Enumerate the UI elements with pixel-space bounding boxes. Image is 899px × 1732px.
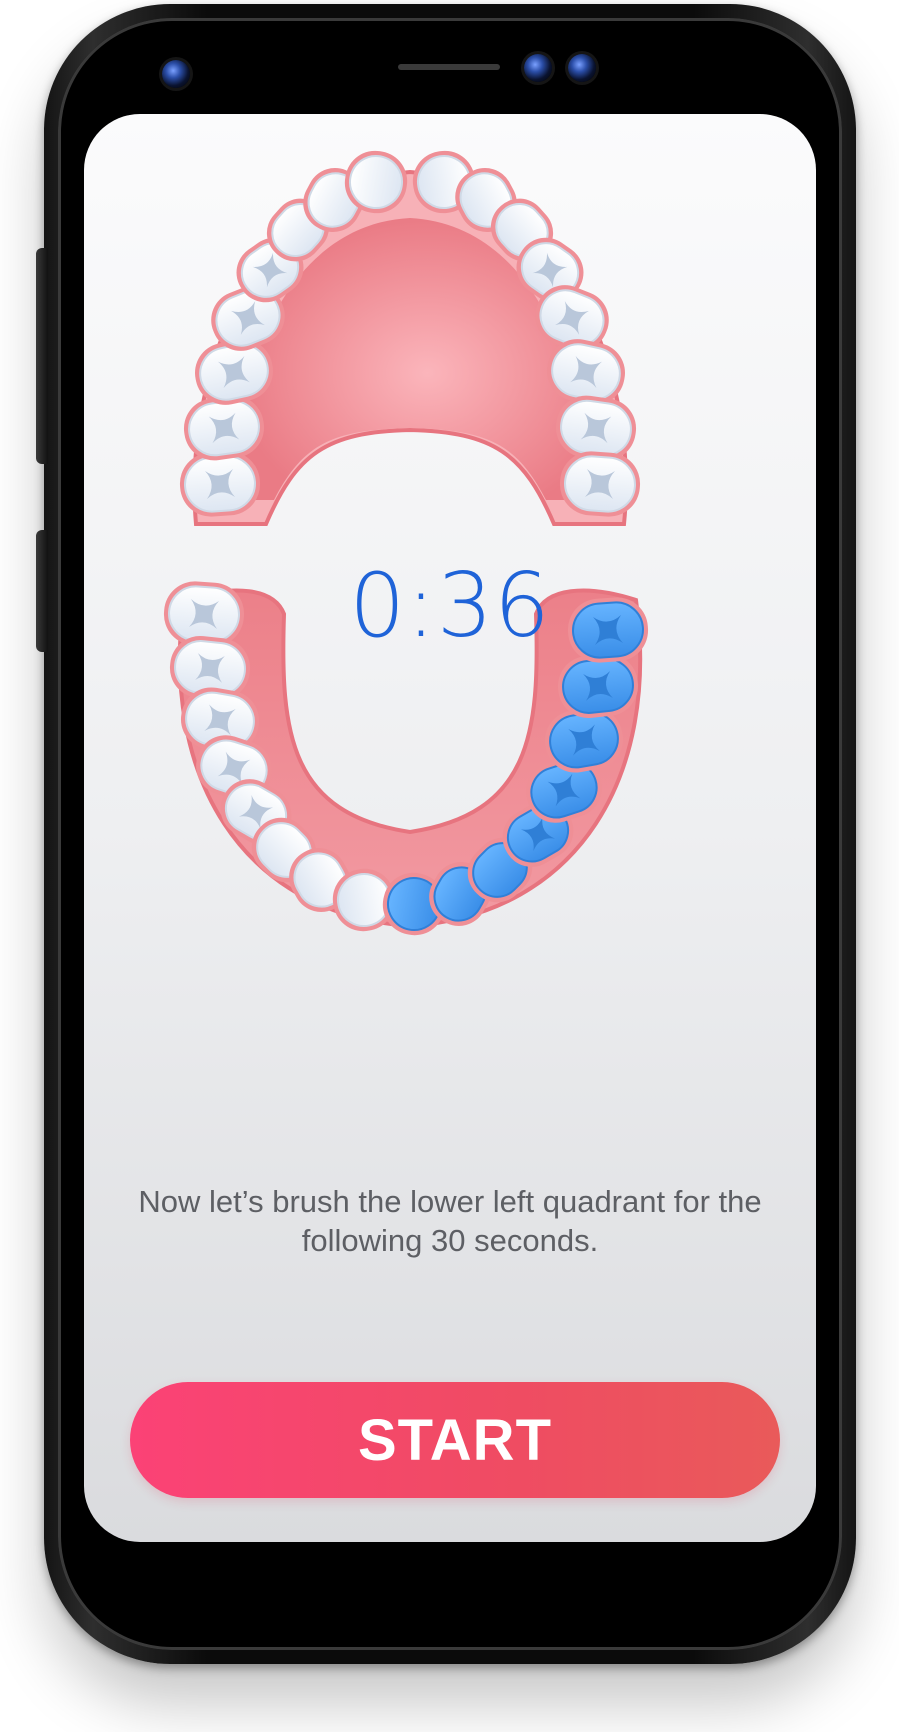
volume-button <box>36 248 48 464</box>
earpiece-speaker <box>398 64 500 70</box>
sensor-icon <box>524 54 552 82</box>
sensor-icon <box>568 54 596 82</box>
start-button[interactable]: START <box>130 1382 780 1498</box>
power-button <box>36 530 48 652</box>
brush-timer: 0:36 <box>349 554 551 657</box>
instruction-text: Now let’s brush the lower left quadrant … <box>138 1184 762 1258</box>
front-camera-icon <box>162 60 190 88</box>
app-screen: 0:36 Now let’s brush the lower left quad… <box>84 114 816 1542</box>
